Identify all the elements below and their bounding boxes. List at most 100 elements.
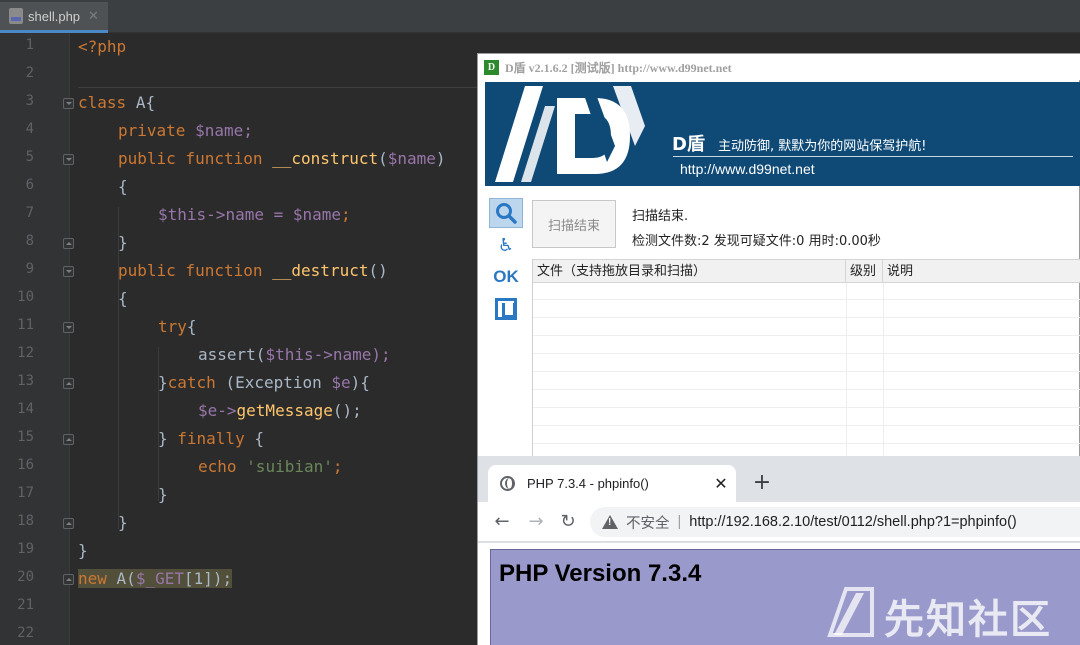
column-header-desc[interactable]: 说明 [883,260,1080,283]
brace: } [158,373,168,392]
code-line-18: } [118,509,128,537]
code-line-16: echo 'suibian'; [198,453,343,481]
line-number: 20 [17,569,34,585]
dshield-titlebar: D D盾 v2.1.6.2 [测试版] http://www.d99net.ne… [478,54,1080,80]
reload-button[interactable]: ↻ [554,508,582,536]
code-line-8: } [118,229,128,257]
table-row [533,409,1080,426]
code-line-12: assert($this->name); [198,341,391,369]
paren: () [368,261,388,280]
fold-marker-icon[interactable] [63,378,74,389]
table-row [533,283,1080,300]
user-icon: ♿ [497,234,515,256]
scan-summary: 检测文件数:2 发现可疑文件:0 用时:0.00秒 [632,234,881,249]
line-number: 11 [17,317,34,333]
insecure-label[interactable]: 不安全 [626,512,670,533]
variable: $name [387,149,436,168]
property-access: ->name = [206,205,293,224]
keyword: public function [118,149,263,168]
line-number: 12 [17,345,34,361]
browser-toolbar: ← → ↻ 不安全 | http://192.168.2.10/test/011… [478,502,1080,542]
address-url[interactable]: http://192.168.2.10/test/0112/shell.php?… [689,514,1016,530]
fold-marker-icon[interactable] [63,322,74,333]
fold-marker-icon[interactable] [63,238,74,249]
line-number: 13 [17,373,34,389]
line-number: 9 [25,261,34,277]
column-header-file[interactable]: 文件（支持拖放目录和扫描） [533,260,846,283]
globe-icon [500,476,515,491]
brace: } [118,233,128,252]
brace: } [158,485,168,504]
line-number: 22 [17,625,34,641]
keyword: class [78,93,127,112]
brace: } [118,513,128,532]
banner-divider [673,156,1073,157]
watermark-text: 先知社区 [884,597,1052,643]
paren: ) [435,149,446,168]
paren: ( [378,149,388,168]
keyword: finally [177,429,245,448]
box-icon [495,298,517,320]
line-number: 15 [17,429,34,445]
line-number: 19 [17,541,34,557]
table-row [533,337,1080,354]
browser-tab[interactable]: PHP 7.3.4 - phpinfo() ✕ [488,465,736,502]
line-number: 3 [25,93,34,109]
code-line-5: public function __construct($name) [118,145,446,173]
code-line-13: }catch (Exception $e){ [158,369,370,397]
brace: } [158,429,178,448]
banner-url[interactable]: http://www.d99net.net [680,161,815,177]
variable: $this [265,345,314,364]
php-file-icon [9,8,23,24]
code-line-1: <?php [78,33,126,61]
scan-results-table[interactable]: 文件（支持拖放目录和扫描） 级别 说明 [532,259,1080,459]
scan-end-button[interactable]: 扫描结束 [532,200,616,248]
code-area[interactable]: <?php class A{ private $name; public fun… [78,33,478,645]
column-header-level[interactable]: 级别 [846,260,883,283]
file-tab[interactable]: shell.php ✕ [0,2,108,33]
line-number: 17 [17,485,34,501]
keyword: try [158,317,187,336]
back-button[interactable]: ← [488,508,516,536]
browser-tab-title: PHP 7.3.4 - phpinfo() [527,476,649,491]
brace: { [118,177,128,196]
line-number: 4 [25,121,34,137]
variable: $name; [195,121,253,140]
search-icon [496,203,517,224]
table-row [533,427,1080,444]
keyword: private [118,121,186,140]
close-tab-icon[interactable]: ✕ [706,474,736,493]
paren: (); [332,401,362,420]
fold-marker-icon[interactable] [63,574,74,585]
line-gutter: 1 2 3 4 5 6 7 8 9 10 11 12 13 14 15 16 1… [0,33,74,645]
php-version-heading: PHP Version 7.3.4 [499,560,702,587]
line-number: 1 [25,37,34,53]
fold-marker-icon[interactable] [63,434,74,445]
fold-marker-icon[interactable] [63,266,74,277]
brace: { [186,317,197,336]
code-line-7: $this->name = $name; [158,201,351,229]
forward-button[interactable]: → [522,508,550,536]
line-number: 18 [17,513,34,529]
array-access: [1]); [183,569,233,588]
brace: { [244,429,264,448]
fold-marker-icon[interactable] [63,518,74,529]
keyword: catch [167,373,216,392]
tools-button[interactable] [489,294,523,324]
dshield-title: D盾 v2.1.6.2 [测试版] http://www.d99net.net [505,60,732,75]
close-tab-icon[interactable]: ✕ [88,9,99,24]
code-line-17: } [158,481,168,509]
scan-search-button[interactable] [489,198,523,228]
fold-marker-icon[interactable] [63,154,74,165]
process-button[interactable]: ♿ [489,230,523,260]
php-open-tag: <?php [78,37,127,56]
fold-marker-icon[interactable] [63,98,74,109]
keyword: public function [118,261,263,280]
code-line-20: new A($_GET[1]); [78,565,233,593]
arrow: -> [217,401,237,420]
address-bar[interactable]: 不安全 | http://192.168.2.10/test/0112/shel… [590,507,1080,537]
new-tab-button[interactable]: + [748,469,776,497]
ok-button[interactable]: OK [489,262,523,292]
class-name: A{ [135,93,156,112]
variable: $_GET [135,569,184,588]
